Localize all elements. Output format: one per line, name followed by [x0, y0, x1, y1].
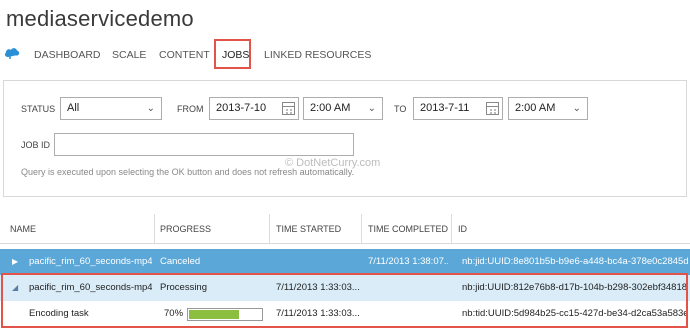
tab-linked-resources[interactable]: LINKED RESOURCES	[264, 40, 371, 70]
watermark: © DotNetCurry.com	[285, 157, 381, 169]
to-date-input[interactable]: 2013-7-11	[413, 97, 503, 120]
column-header-name[interactable]: NAME	[10, 214, 36, 244]
to-date-value: 2013-7-11	[420, 102, 470, 114]
column-header-id[interactable]: ID	[458, 214, 467, 244]
from-label: FROM	[177, 104, 204, 114]
status-select[interactable]: All ⌄	[60, 97, 162, 120]
table-row[interactable]: ▶ pacific_rim_60_seconds-mp4... Canceled…	[0, 249, 690, 275]
tab-dashboard[interactable]: DASHBOARD	[34, 40, 101, 70]
jobs-tab-highlight	[214, 39, 251, 69]
from-time-select[interactable]: 2:00 AM ⌄	[303, 97, 383, 120]
to-time-value: 2:00 AM	[515, 102, 556, 114]
chevron-down-icon: ⌄	[367, 103, 376, 114]
jobid-label: JOB ID	[21, 140, 51, 150]
column-divider	[361, 214, 362, 244]
column-header-progress[interactable]: PROGRESS	[160, 214, 211, 244]
tab-scale[interactable]: SCALE	[112, 40, 146, 70]
column-divider	[451, 214, 452, 244]
status-value: All	[67, 102, 80, 114]
expand-arrow-icon[interactable]: ▶	[12, 249, 18, 275]
job-progress: Canceled	[160, 256, 201, 267]
table-header: NAME PROGRESS TIME STARTED TIME COMPLETE…	[0, 214, 690, 244]
column-divider	[154, 214, 155, 244]
to-label: TO	[394, 104, 407, 114]
from-date-value: 2013-7-10	[216, 102, 267, 114]
status-label: STATUS	[21, 104, 56, 114]
job-time-started	[276, 249, 359, 275]
column-header-time-started[interactable]: TIME STARTED	[276, 214, 341, 244]
job-id: nb:jid:UUID:8e801b5b-b9e6-a448-bc4a-378e…	[462, 256, 688, 267]
calendar-icon[interactable]	[486, 102, 499, 115]
from-date-input[interactable]: 2013-7-10	[209, 97, 299, 120]
to-time-select[interactable]: 2:00 AM ⌄	[508, 97, 588, 120]
tab-content[interactable]: CONTENT	[159, 40, 210, 70]
processing-rows-highlight	[1, 273, 688, 328]
calendar-icon[interactable]	[282, 102, 295, 115]
column-divider	[269, 214, 270, 244]
jobid-input[interactable]	[54, 133, 354, 156]
chevron-down-icon: ⌄	[146, 103, 155, 114]
job-name: pacific_rim_60_seconds-mp4...	[29, 256, 152, 267]
page-title: mediaservicedemo	[6, 6, 194, 31]
chevron-down-icon: ⌄	[572, 103, 581, 114]
job-time-completed: 7/11/2013 1:38:07...	[368, 256, 448, 267]
from-time-value: 2:00 AM	[310, 102, 351, 114]
cloud-icon	[4, 48, 20, 59]
column-header-time-completed[interactable]: TIME COMPLETED	[368, 214, 448, 244]
